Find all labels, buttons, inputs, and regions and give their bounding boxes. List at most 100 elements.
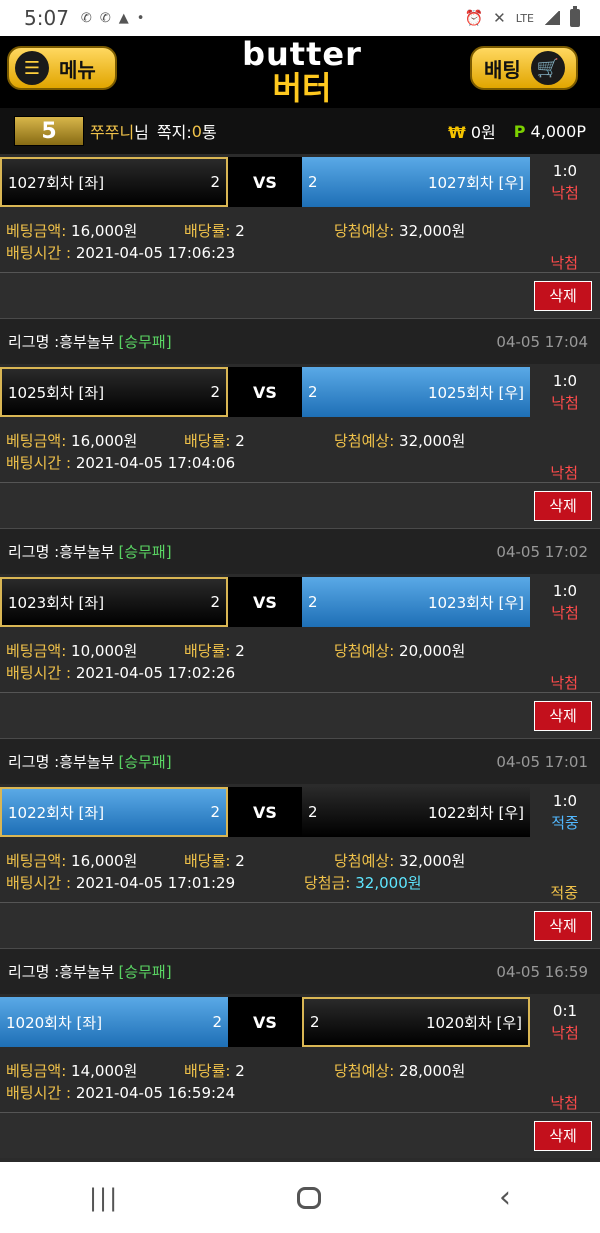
bet-status: 낙첨 xyxy=(550,674,578,692)
logo[interactable]: butter 버터 xyxy=(237,38,367,104)
memo-unit: 통 xyxy=(201,123,217,142)
odds-label: 배당률: xyxy=(184,1062,231,1080)
bet-time-label: 배팅시간 : xyxy=(6,244,72,262)
bet-button[interactable]: 배팅 🛒 xyxy=(470,46,578,90)
android-nav-bar: ||| ‹ xyxy=(0,1162,600,1233)
delete-button[interactable]: 삭제 xyxy=(534,280,592,311)
league-name: 흥부놀부 xyxy=(59,963,115,981)
bet-info: 베팅금액: 16,000원 배당률: 2 당첨예상: 32,000원 배팅시간 … xyxy=(0,420,600,482)
team-left[interactable]: 1022회차 [좌] 2 xyxy=(0,787,228,837)
team-left-name: 1022회차 [좌] xyxy=(8,803,105,822)
vs-label: VS xyxy=(228,577,302,627)
team-left-name: 1023회차 [좌] xyxy=(8,593,105,612)
odds-value: 2 xyxy=(235,1062,245,1080)
alarm-icon: ⏰ xyxy=(464,9,484,27)
league-prefix: 리그명 : xyxy=(8,963,60,981)
team-right[interactable]: 2 1022회차 [우] xyxy=(302,787,530,837)
team-right-name: 1022회차 [우] xyxy=(427,803,524,822)
match-row: 1020회차 [좌] 2 VS 2 1020회차 [우] 0:1 낙첨 xyxy=(0,994,600,1050)
back-icon[interactable]: ‹ xyxy=(499,1180,511,1215)
card-header: 리그명 : 흥부놀부 [승무패] 04-05 17:04 xyxy=(0,318,600,364)
league-name: 흥부놀부 xyxy=(59,543,115,561)
odds-value: 2 xyxy=(235,852,245,870)
team-left-name: 1025회차 [좌] xyxy=(8,383,105,402)
match-row: 1025회차 [좌] 2 VS 2 1025회차 [우] 1:0 낙첨 xyxy=(0,364,600,420)
bet-history-list[interactable]: 1027회차 [좌] 2 VS 2 1027회차 [우] 1:0 낙첨 베팅금액… xyxy=(0,154,600,1162)
delete-button[interactable]: 삭제 xyxy=(534,490,592,521)
battery-icon xyxy=(570,6,580,27)
expected-value: 32,000원 xyxy=(399,432,466,450)
league-prefix: 리그명 : xyxy=(8,333,60,351)
point-amount: 4,000P xyxy=(530,121,586,141)
bet-type-tag: [승무패] xyxy=(118,333,172,351)
bet-info: 베팅금액: 16,000원 배당률: 2 당첨예상: 32,000원 배팅시간 … xyxy=(0,840,600,902)
result-status: 적중 xyxy=(551,814,579,832)
team-right-name: 1027회차 [우] xyxy=(427,173,524,192)
wifi-call-icon-2: ✆ xyxy=(99,10,111,26)
result-status: 낙첨 xyxy=(551,184,579,202)
match-row: 1023회차 [좌] 2 VS 2 1023회차 [우] 1:0 낙첨 xyxy=(0,574,600,630)
menu-icon: ☰ xyxy=(15,51,49,85)
signal-icon xyxy=(544,11,560,25)
team-left-name: 1020회차 [좌] xyxy=(6,1013,103,1032)
team-left[interactable]: 1023회차 [좌] 2 xyxy=(0,577,228,627)
level-number: 5 xyxy=(41,118,57,144)
mute-icon: ✕ xyxy=(493,9,506,27)
bet-amount-label: 베팅금액: xyxy=(6,222,67,240)
delete-row: 삭제 xyxy=(0,692,600,738)
memo-count[interactable]: 0 xyxy=(192,122,202,141)
nickname: 쭈쭈니 xyxy=(90,123,135,142)
bet-status: 낙첨 xyxy=(550,1094,578,1112)
bet-time: 2021-04-05 17:06:23 xyxy=(75,244,236,262)
bet-card: 1027회차 [좌] 2 VS 2 1027회차 [우] 1:0 낙첨 베팅금액… xyxy=(0,154,600,318)
card-header: 리그명 : 흥부놀부 [승무패] 04-05 17:02 xyxy=(0,528,600,574)
memo-label[interactable]: 쪽지: xyxy=(157,119,192,143)
bet-info: 베팅금액: 10,000원 배당률: 2 당첨예상: 20,000원 배팅시간 … xyxy=(0,630,600,692)
bet-time: 2021-04-05 17:04:06 xyxy=(75,454,236,472)
bet-status: 낙첨 xyxy=(550,254,578,272)
team-right[interactable]: 2 1023회차 [우] xyxy=(302,577,530,627)
league-prefix: 리그명 : xyxy=(8,753,60,771)
bet-amount-label: 베팅금액: xyxy=(6,432,67,450)
network-label: LTE xyxy=(515,11,534,25)
match-row: 1022회차 [좌] 2 VS 2 1022회차 [우] 1:0 적중 xyxy=(0,784,600,840)
delete-button[interactable]: 삭제 xyxy=(534,1120,592,1151)
delete-row: 삭제 xyxy=(0,902,600,948)
delete-button[interactable]: 삭제 xyxy=(534,910,592,941)
menu-button[interactable]: ☰ 메뉴 xyxy=(7,46,117,90)
team-right-odd: 2 xyxy=(308,383,318,401)
point-icon: P xyxy=(513,121,526,141)
team-right-odd: 2 xyxy=(310,1013,320,1031)
team-right[interactable]: 2 1020회차 [우] xyxy=(302,997,530,1047)
wifi-call-icon: ✆ xyxy=(80,10,92,26)
bet-time-label: 배팅시간 : xyxy=(6,874,72,892)
recent-apps-icon[interactable]: ||| xyxy=(89,1184,119,1212)
bet-date: 04-05 17:01 xyxy=(496,752,588,771)
bet-amount: 10,000원 xyxy=(71,642,138,660)
bet-type-tag: [승무패] xyxy=(118,753,172,771)
team-left[interactable]: 1027회차 [좌] 2 xyxy=(0,157,228,207)
odds-label: 배당률: xyxy=(184,852,231,870)
expected-value: 28,000원 xyxy=(399,1062,466,1080)
bet-amount: 16,000원 xyxy=(71,432,138,450)
team-right[interactable]: 2 1027회차 [우] xyxy=(302,157,530,207)
score: 1:0 xyxy=(552,372,578,390)
odds-value: 2 xyxy=(235,642,245,660)
expected-label: 당첨예상: xyxy=(334,222,395,240)
team-left-odd: 2 xyxy=(212,1013,222,1031)
card-header: 리그명 : 흥부놀부 [승무패] 04-05 17:01 xyxy=(0,738,600,784)
team-left[interactable]: 1025회차 [좌] 2 xyxy=(0,367,228,417)
bet-date: 04-05 16:59 xyxy=(496,962,588,981)
cash-amount: 0원 xyxy=(470,123,496,142)
team-left[interactable]: 1020회차 [좌] 2 xyxy=(0,997,228,1047)
bet-amount: 16,000원 xyxy=(71,222,138,240)
team-right[interactable]: 2 1025회차 [우] xyxy=(302,367,530,417)
delete-button[interactable]: 삭제 xyxy=(534,700,592,731)
won-icon: ₩ xyxy=(448,123,466,142)
expected-label: 당첨예상: xyxy=(334,432,395,450)
odds-value: 2 xyxy=(235,432,245,450)
bet-amount: 16,000원 xyxy=(71,852,138,870)
odds-value: 2 xyxy=(235,222,245,240)
status-time: 5:07 xyxy=(24,6,69,30)
home-icon[interactable] xyxy=(297,1186,322,1209)
